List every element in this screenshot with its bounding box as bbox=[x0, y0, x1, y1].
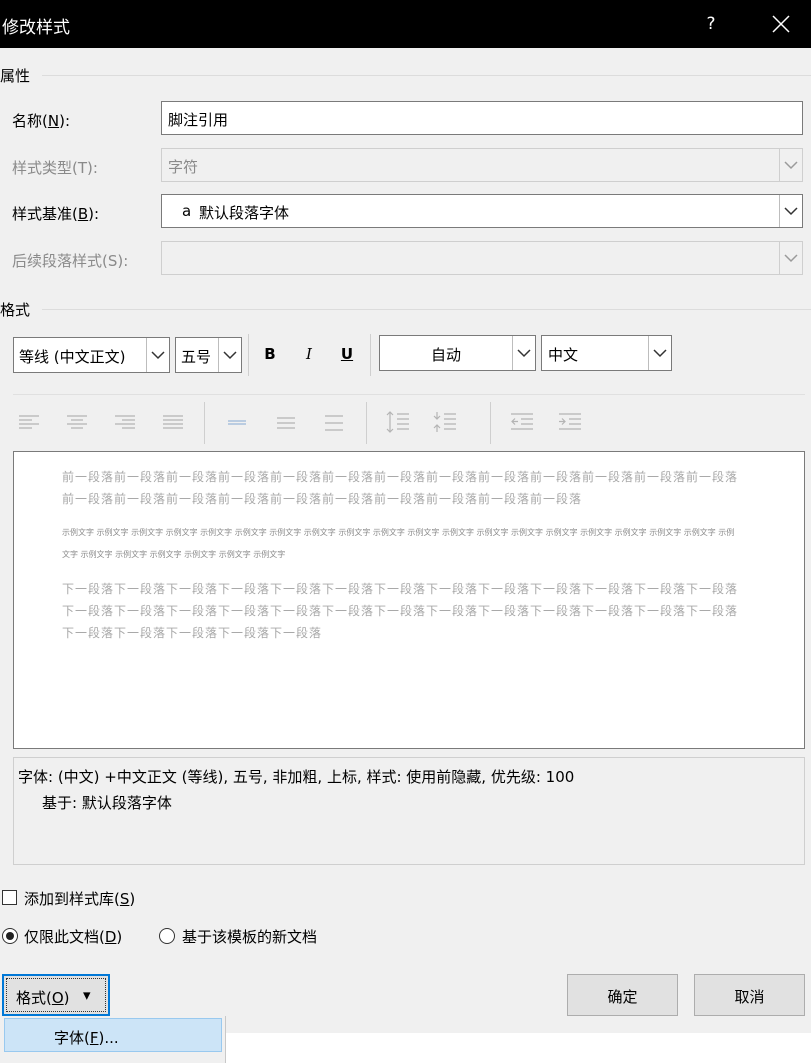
preview-next-paragraph: 下一段落下一段落下一段落下一段落下一段落下一段落下一段落下一段落下一段落下一段落… bbox=[62, 582, 739, 640]
toolbar-separator bbox=[370, 334, 371, 376]
font-color-combo[interactable]: 自动 bbox=[379, 335, 536, 371]
language-combo[interactable]: 中文 bbox=[541, 335, 672, 371]
format-menu-button-label: 格式(O) bbox=[16, 989, 70, 1007]
dropdown-arrow-icon: ▾ bbox=[83, 986, 91, 1004]
chevron-down-icon bbox=[151, 351, 165, 360]
properties-section-label: 属性 bbox=[0, 67, 31, 85]
font-color-dropdown-button[interactable] bbox=[512, 336, 535, 370]
toolbar-separator bbox=[366, 402, 367, 444]
character-style-icon: a bbox=[182, 202, 192, 220]
font-name-dropdown-button[interactable] bbox=[146, 338, 169, 372]
align-left-icon[interactable] bbox=[18, 413, 40, 431]
preview-sample-text: 示例文字 示例文字 示例文字 示例文字 示例文字 示例文字 示例文字 示例文字 … bbox=[62, 528, 735, 559]
style-based-on-value: 默认段落字体 bbox=[199, 204, 290, 222]
chevron-down-icon bbox=[223, 351, 237, 360]
justify-icon[interactable] bbox=[162, 413, 184, 431]
help-button[interactable]: ? bbox=[700, 10, 722, 38]
font-name-value: 等线 (中文正文) bbox=[19, 348, 126, 366]
double-spacing-icon[interactable] bbox=[323, 413, 345, 431]
new-documents-label[interactable]: 基于该模板的新文档 bbox=[182, 926, 317, 947]
language-dropdown-button[interactable] bbox=[648, 336, 671, 370]
menu-item-font[interactable]: 字体(F)... bbox=[4, 1018, 222, 1052]
next-paragraph-style-dropdown-button bbox=[779, 242, 802, 274]
font-size-value: 五号 bbox=[181, 348, 212, 366]
italic-button[interactable]: I bbox=[298, 345, 320, 363]
font-size-combo[interactable]: 五号 bbox=[175, 337, 242, 373]
font-color-value: 自动 bbox=[430, 346, 461, 364]
language-value: 中文 bbox=[548, 346, 579, 364]
ok-button-label: 确定 bbox=[607, 988, 638, 1006]
properties-divider bbox=[42, 75, 811, 76]
title-bar: 修改样式 ? bbox=[0, 0, 811, 48]
dialog-title: 修改样式 bbox=[2, 18, 70, 38]
only-this-document-radio[interactable] bbox=[2, 928, 18, 944]
ok-button[interactable]: 确定 bbox=[567, 974, 678, 1016]
radio-selected-dot bbox=[6, 932, 14, 940]
increase-indent-icon[interactable] bbox=[557, 411, 583, 433]
chevron-down-icon bbox=[517, 349, 531, 358]
close-icon bbox=[772, 15, 790, 33]
only-this-document-label[interactable]: 仅限此文档(D) bbox=[24, 926, 122, 947]
chevron-down-icon bbox=[784, 254, 798, 263]
add-to-gallery-label[interactable]: 添加到样式库(S) bbox=[24, 888, 135, 909]
format-section-label: 格式 bbox=[0, 301, 31, 319]
style-description: 字体: (中文) +中文正文 (等线), 五号, 非加粗, 上标, 样式: 使用… bbox=[13, 757, 805, 865]
style-based-on-select[interactable]: a 默认段落字体 bbox=[161, 194, 803, 228]
chevron-down-icon bbox=[784, 161, 798, 170]
format-divider bbox=[42, 309, 811, 310]
format-menu-button[interactable]: 格式(O) ▾ bbox=[2, 974, 110, 1016]
new-documents-radio[interactable] bbox=[159, 928, 175, 944]
toolbar-separator bbox=[248, 334, 249, 376]
name-label: 名称(N): bbox=[12, 112, 70, 130]
menu-item-font-label: 字体(F)... bbox=[54, 1029, 119, 1047]
bold-button[interactable]: B bbox=[259, 345, 281, 363]
align-right-icon[interactable] bbox=[114, 413, 136, 431]
one-half-spacing-icon[interactable] bbox=[275, 413, 297, 431]
preview-previous-paragraph: 前一段落前一段落前一段落前一段落前一段落前一段落前一段落前一段落前一段落前一段落… bbox=[62, 470, 739, 506]
font-name-combo[interactable]: 等线 (中文正文) bbox=[13, 337, 170, 373]
decrease-indent-icon[interactable] bbox=[509, 411, 535, 433]
cancel-button-label: 取消 bbox=[734, 988, 765, 1006]
style-based-on-dropdown-button[interactable] bbox=[779, 195, 802, 227]
style-type-value: 字符 bbox=[168, 158, 199, 176]
next-paragraph-style-select bbox=[161, 241, 803, 275]
next-paragraph-style-label: 后续段落样式(S): bbox=[12, 252, 129, 270]
modify-style-dialog: 修改样式 ? 属性 名称(N): 脚注引用 样式类型(T): 字符 样式基准(B… bbox=[0, 0, 811, 1033]
style-description-line2: 基于: 默认段落字体 bbox=[42, 794, 172, 812]
format-dropdown-menu: 字体(F)... bbox=[0, 1016, 226, 1063]
style-type-select: 字符 bbox=[161, 148, 803, 182]
single-spacing-icon[interactable] bbox=[226, 413, 248, 431]
underline-button[interactable]: U bbox=[336, 345, 358, 363]
name-input[interactable]: 脚注引用 bbox=[161, 101, 803, 135]
toolbar-separator bbox=[490, 402, 491, 444]
chevron-down-icon bbox=[784, 207, 798, 216]
cancel-button[interactable]: 取消 bbox=[694, 974, 805, 1016]
chevron-down-icon bbox=[653, 349, 667, 358]
style-type-label: 样式类型(T): bbox=[12, 159, 98, 177]
style-based-on-label: 样式基准(B): bbox=[12, 205, 100, 223]
decrease-paragraph-spacing-icon[interactable] bbox=[432, 409, 458, 435]
toolbar-divider bbox=[13, 394, 805, 395]
style-preview: 前一段落前一段落前一段落前一段落前一段落前一段落前一段落前一段落前一段落前一段落… bbox=[13, 451, 805, 749]
align-center-icon[interactable] bbox=[66, 413, 88, 431]
name-input-value: 脚注引用 bbox=[168, 111, 229, 129]
toolbar-separator bbox=[204, 402, 205, 444]
font-size-dropdown-button[interactable] bbox=[218, 338, 241, 372]
add-to-gallery-checkbox[interactable] bbox=[2, 890, 17, 905]
increase-paragraph-spacing-icon[interactable] bbox=[385, 409, 411, 435]
style-description-line1: 字体: (中文) +中文正文 (等线), 五号, 非加粗, 上标, 样式: 使用… bbox=[18, 768, 575, 786]
style-type-dropdown-button bbox=[779, 149, 802, 181]
close-button[interactable] bbox=[764, 7, 798, 41]
